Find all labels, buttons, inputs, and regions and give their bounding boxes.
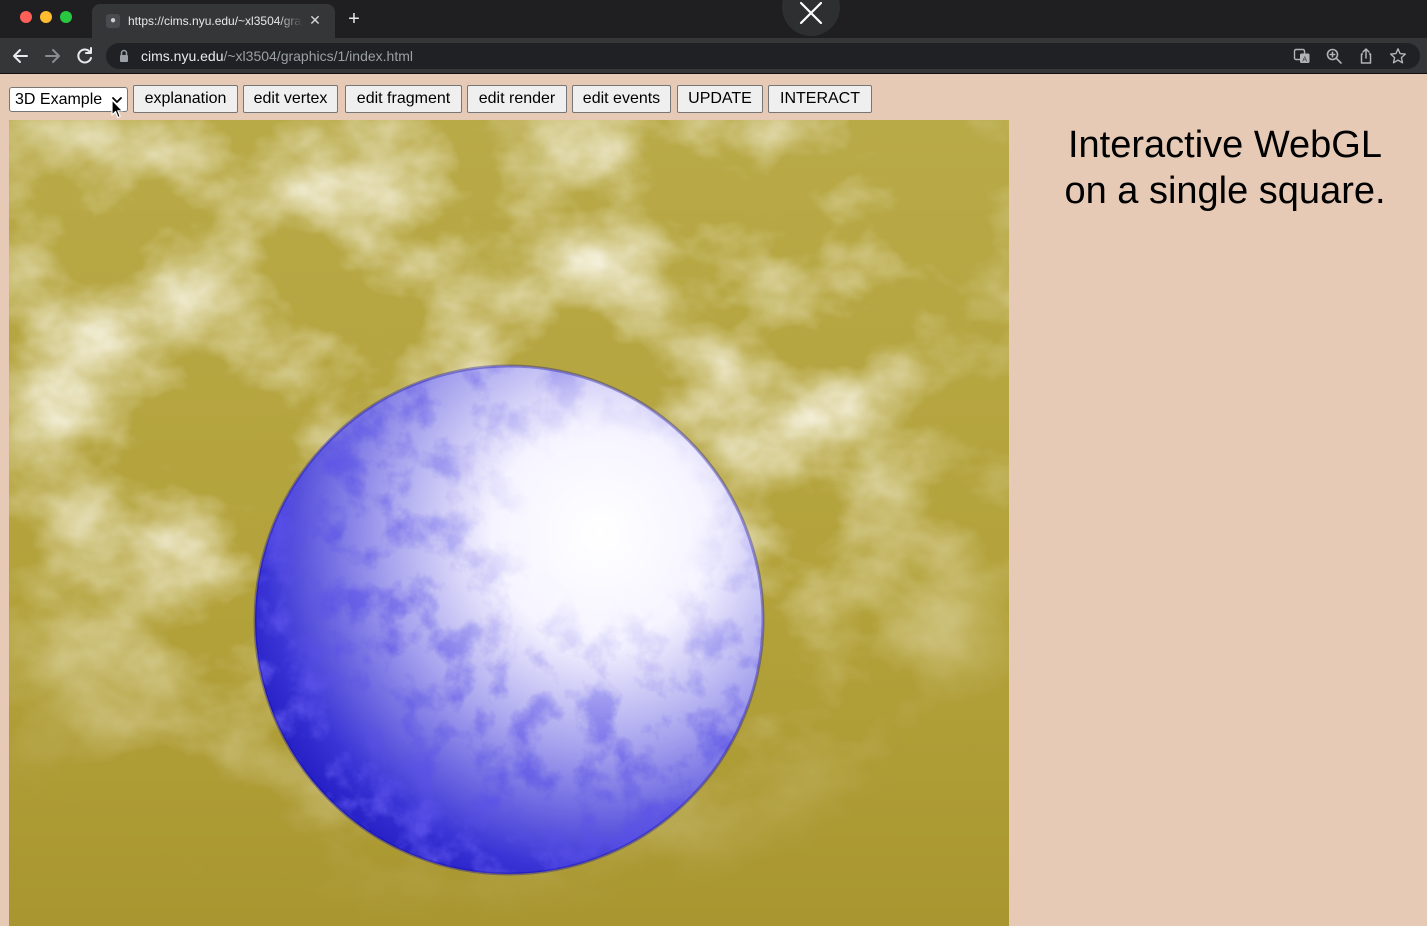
edit-events-button[interactable]: edit events [572,85,671,113]
url-path: /~xl3504/graphics/1/index.html [223,48,413,64]
window-minimize-button[interactable] [40,11,52,23]
close-icon [799,1,823,25]
page-headline: Interactive WebGL on a single square. [1040,122,1410,214]
window-close-button[interactable] [20,11,32,23]
arrow-left-icon [13,49,28,63]
forward-button[interactable] [42,46,64,66]
url-host: cims.nyu.edu [141,48,224,64]
browser-toolbar: cims.nyu.edu/~xl3504/graphics/1/index.ht… [0,38,1427,74]
headline-line-2: on a single square. [1064,170,1386,212]
example-select-value: 3D Example [15,91,103,108]
url-text: cims.nyu.edu/~xl3504/graphics/1/index.ht… [141,47,413,65]
edit-fragment-button[interactable]: edit fragment [345,85,462,113]
share-icon[interactable] [1357,47,1375,65]
window-maximize-button[interactable] [60,11,72,23]
address-bar[interactable]: cims.nyu.edu/~xl3504/graphics/1/index.ht… [106,43,1420,69]
edit-vertex-button[interactable]: edit vertex [243,85,338,113]
tab-title: https://cims.nyu.edu/~xl3504/graphics/1/… [128,14,303,28]
webgl-scene [9,120,1009,926]
lock-icon[interactable] [118,49,130,63]
update-button[interactable]: UPDATE [677,85,763,113]
zoom-icon[interactable] [1325,47,1343,65]
browser-tab-bar: ● https://cims.nyu.edu/~xl3504/graphics/… [0,0,1427,38]
svg-text:A: A [1302,56,1307,63]
arrow-right-icon [45,49,60,63]
edit-render-button[interactable]: edit render [467,85,567,113]
bookmark-star-icon[interactable] [1389,47,1407,65]
new-tab-button[interactable]: + [344,9,364,29]
reload-button[interactable] [74,46,96,66]
headline-line-1: Interactive WebGL [1067,124,1382,166]
browser-tab[interactable]: ● https://cims.nyu.edu/~xl3504/graphics/… [92,4,335,38]
back-button[interactable] [10,46,32,66]
tab-close-icon[interactable]: ✕ [307,12,323,28]
reload-icon [77,47,92,64]
interact-button[interactable]: INTERACT [768,85,872,113]
webgl-canvas[interactable] [9,120,1009,926]
explanation-button[interactable]: explanation [133,85,238,113]
translate-icon[interactable]: A [1293,47,1311,65]
mouse-cursor-icon [111,99,124,119]
globe-icon: ● [106,14,120,28]
